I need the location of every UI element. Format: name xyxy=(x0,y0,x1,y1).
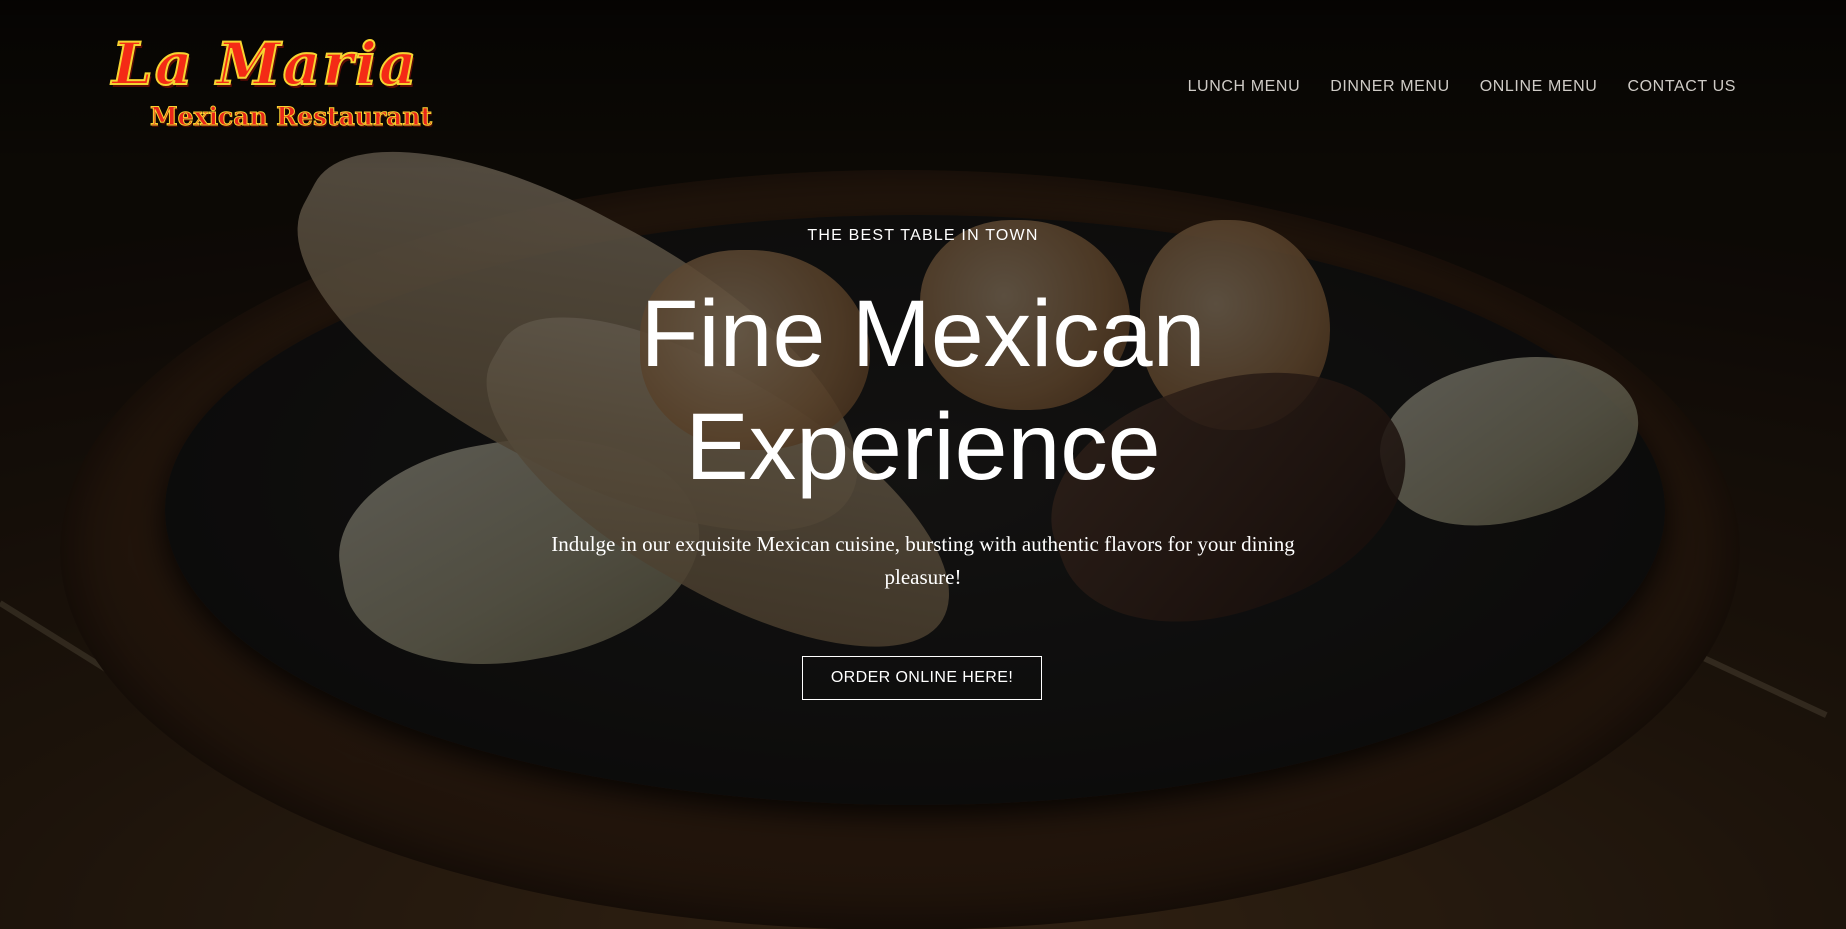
nav-item-dinner-menu[interactable]: DINNER MENU xyxy=(1330,78,1450,96)
hero-subtext: Indulge in our exquisite Mexican cuisine… xyxy=(551,532,1295,589)
page: La Maria Mexican Restaurant LUNCH MENU D… xyxy=(0,0,1846,929)
nav-item-online-menu[interactable]: ONLINE MENU xyxy=(1480,78,1598,96)
logo-subtitle-text: Mexican Restaurant xyxy=(149,102,433,132)
order-online-button[interactable]: ORDER ONLINE HERE! xyxy=(802,656,1042,700)
logo[interactable]: La Maria Mexican Restaurant xyxy=(110,29,470,136)
hero-headline: Fine Mexican Experience xyxy=(640,281,1206,500)
nav-item-lunch-menu[interactable]: LUNCH MENU xyxy=(1188,78,1301,96)
site-header: La Maria Mexican Restaurant LUNCH MENU D… xyxy=(0,0,1846,170)
hero-eyebrow: THE BEST TABLE IN TOWN xyxy=(807,227,1039,244)
main-nav: LUNCH MENU DINNER MENU ONLINE MENU CONTA… xyxy=(1188,78,1736,96)
logo-script-text: La Maria xyxy=(111,29,419,99)
nav-item-contact-us[interactable]: CONTACT US xyxy=(1627,78,1736,96)
